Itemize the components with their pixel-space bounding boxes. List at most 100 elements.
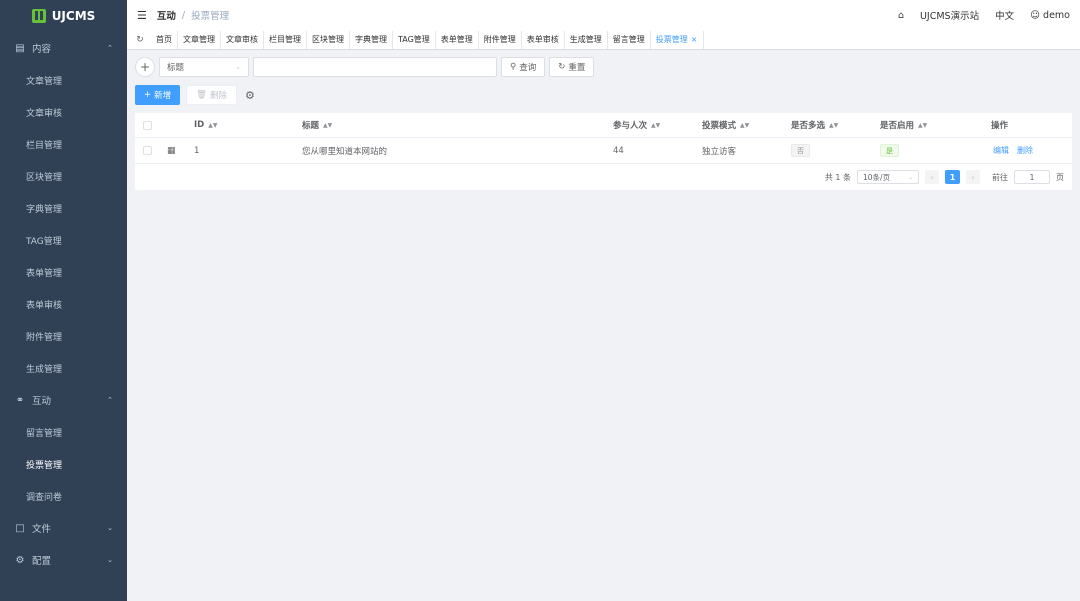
sidebar-item-survey[interactable]: 调查问卷 xyxy=(0,480,127,512)
add-button[interactable]: + 新增 xyxy=(135,85,181,105)
sidebar-group-config[interactable]: ⚙ 配置 ⌄ xyxy=(0,544,127,576)
expand-search-button[interactable]: + xyxy=(135,57,155,77)
sidebar-item-article-review[interactable]: 文章审核 xyxy=(0,96,127,128)
col-label: 操作 xyxy=(991,121,1009,131)
sidebar-item-article[interactable]: 文章管理 xyxy=(0,64,127,96)
chevron-down-icon: ⌄ xyxy=(907,173,913,181)
enabled-tag: 是 xyxy=(880,144,899,157)
tab-tag[interactable]: TAG管理 xyxy=(393,30,436,49)
site-link[interactable]: UJCMS演示站 xyxy=(920,8,979,22)
tab-dict[interactable]: 字典管理 xyxy=(350,30,393,49)
col-label: 是否多选 xyxy=(791,121,826,131)
sidebar-group-interact[interactable]: ⚭ 互动 ⌃ xyxy=(0,384,127,416)
sort-icon: ▲▼ xyxy=(740,121,750,129)
col-enabled[interactable]: 是否启用 ▲▼ xyxy=(880,119,927,131)
row-checkbox[interactable] xyxy=(143,146,152,155)
refresh-icon[interactable]: ↻ xyxy=(133,35,147,45)
sidebar-group-label: 配置 xyxy=(32,556,52,567)
sidebar-item-form[interactable]: 表单管理 xyxy=(0,256,127,288)
col-title[interactable]: 标题 ▲▼ xyxy=(302,119,332,131)
user-name: demo xyxy=(1043,9,1070,21)
cell-count: 44 xyxy=(613,145,624,156)
tab-form[interactable]: 表单管理 xyxy=(436,30,479,49)
col-id[interactable]: ID ▲▼ xyxy=(194,120,217,130)
user-menu[interactable]: ☺ demo xyxy=(1030,10,1070,21)
tab-message[interactable]: 留言管理 xyxy=(608,30,651,49)
chevron-up-icon: ⌃ xyxy=(107,44,113,52)
sidebar-item-message[interactable]: 留言管理 xyxy=(0,416,127,448)
page-size-select[interactable]: 10条/页 ⌄ xyxy=(857,170,919,184)
checkbox-box xyxy=(143,120,152,130)
col-multi[interactable]: 是否多选 ▲▼ xyxy=(791,119,838,131)
col-label: ID xyxy=(194,120,205,130)
cell-mode: 独立访客 xyxy=(702,146,737,157)
tab-channel[interactable]: 栏目管理 xyxy=(264,30,307,49)
tab-home[interactable]: 首页 xyxy=(151,30,178,49)
drag-handle-icon[interactable]: ▦ xyxy=(167,146,176,156)
hamburger-icon[interactable]: ☰ xyxy=(137,9,147,22)
column-settings-icon[interactable]: ⚙ xyxy=(245,89,255,102)
app-name: UJCMS xyxy=(51,9,96,23)
sidebar-item-tag[interactable]: TAG管理 xyxy=(0,224,127,256)
tab-block[interactable]: 区块管理 xyxy=(307,30,350,49)
home-icon[interactable]: ⌂ xyxy=(898,10,904,21)
sort-icon: ▲▼ xyxy=(829,121,839,129)
sidebar: UJCMS ▤ 内容 ⌃ 文章管理 文章审核 栏目管理 区块管理 字典管理 TA… xyxy=(0,0,127,601)
sidebar-group-file[interactable]: □ 文件 ⌄ xyxy=(0,512,127,544)
col-mode[interactable]: 投票模式 ▲▼ xyxy=(702,119,749,131)
reset-button[interactable]: ↻ 重置 xyxy=(549,57,595,77)
tab-article-review[interactable]: 文章审核 xyxy=(221,30,264,49)
tab-generate[interactable]: 生成管理 xyxy=(565,30,608,49)
sidebar-group-label: 互动 xyxy=(32,396,52,407)
delete-link[interactable]: 删除 xyxy=(1017,145,1033,156)
tabs-bar: ↻ 首页 文章管理 文章审核 栏目管理 区块管理 字典管理 TAG管理 表单管理… xyxy=(127,30,1080,50)
sidebar-group-label: 文件 xyxy=(32,524,52,535)
query-label: 查询 xyxy=(519,63,537,73)
sidebar-item-form-review[interactable]: 表单审核 xyxy=(0,288,127,320)
next-page-button[interactable]: › xyxy=(966,170,980,184)
prev-page-button[interactable]: ‹ xyxy=(925,170,939,184)
breadcrumb-separator: / xyxy=(181,9,186,21)
cell-title: 您从哪里知道本网站的 xyxy=(302,146,388,157)
select-all-checkbox[interactable] xyxy=(143,120,152,130)
sidebar-item-vote[interactable]: 投票管理 xyxy=(0,448,127,480)
chevron-up-icon: ⌃ xyxy=(107,396,113,404)
search-input[interactable] xyxy=(253,57,497,77)
reset-label: 重置 xyxy=(568,63,586,73)
tab-article[interactable]: 文章管理 xyxy=(178,30,221,49)
sidebar-group-content[interactable]: ▤ 内容 ⌃ xyxy=(0,32,127,64)
tab-form-review[interactable]: 表单审核 xyxy=(522,30,565,49)
sort-icon: ▲▼ xyxy=(323,121,333,129)
action-row: + 新增 🗑 删除 ⚙ xyxy=(135,85,255,105)
tab-vote[interactable]: 投票管理 × xyxy=(651,30,704,49)
sidebar-item-channel[interactable]: 栏目管理 xyxy=(0,128,127,160)
col-label: 是否启用 xyxy=(880,121,915,131)
tab-attachment[interactable]: 附件管理 xyxy=(479,30,522,49)
trash-icon: 🗑 xyxy=(196,90,207,100)
col-label: 标题 xyxy=(302,121,320,131)
goto-page-input[interactable]: 1 xyxy=(1014,170,1050,184)
sidebar-item-dict[interactable]: 字典管理 xyxy=(0,192,127,224)
search-row: + 标题 ⌄ ⚲ 查询 ↻ 重置 xyxy=(135,57,595,77)
delete-button[interactable]: 🗑 删除 xyxy=(186,85,237,105)
app-logo[interactable]: UJCMS xyxy=(0,0,127,32)
language-switch[interactable]: 中文 xyxy=(995,8,1014,22)
sort-icon: ▲▼ xyxy=(918,121,928,129)
tab-label: 投票管理 xyxy=(655,35,688,44)
chat-icon: ⚭ xyxy=(15,394,25,406)
col-label: 投票模式 xyxy=(702,121,737,131)
col-actions: 操作 xyxy=(991,119,1008,131)
edit-link[interactable]: 编辑 xyxy=(993,145,1009,156)
page-number-current[interactable]: 1 xyxy=(945,170,960,184)
search-field-select[interactable]: 标题 ⌄ xyxy=(159,57,249,77)
cell-enabled: 是 xyxy=(880,144,899,157)
sidebar-item-attachment[interactable]: 附件管理 xyxy=(0,320,127,352)
query-button[interactable]: ⚲ 查询 xyxy=(501,57,546,77)
col-count[interactable]: 参与人次 ▲▼ xyxy=(613,119,660,131)
sidebar-item-generate[interactable]: 生成管理 xyxy=(0,352,127,384)
breadcrumb-parent[interactable]: 互动 xyxy=(157,8,176,22)
close-icon[interactable]: × xyxy=(691,35,698,44)
refresh-icon: ↻ xyxy=(558,62,566,72)
plus-icon: + xyxy=(144,90,152,100)
sidebar-item-block[interactable]: 区块管理 xyxy=(0,160,127,192)
